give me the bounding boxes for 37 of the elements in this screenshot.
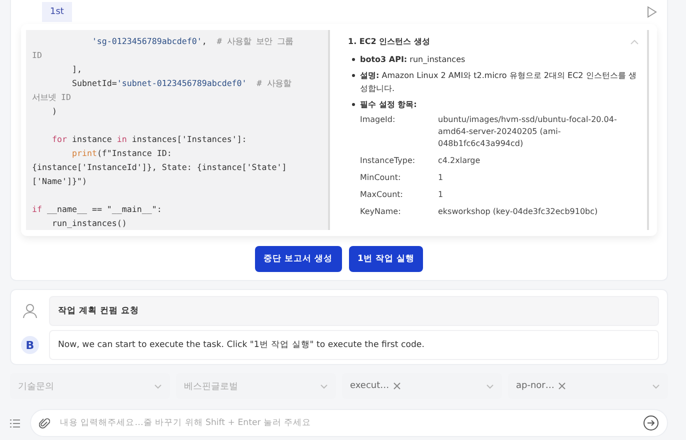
send-icon[interactable] <box>643 415 659 431</box>
field-key: MaxCount: <box>360 189 432 201</box>
chevron-down-icon <box>320 384 328 388</box>
chevron-down-icon <box>652 384 660 388</box>
menu-icon[interactable] <box>10 418 20 428</box>
field-key: InstanceType: <box>360 155 432 167</box>
field-key: MinCount: <box>360 172 432 184</box>
action-button[interactable]: 1번 작업 실행 <box>348 246 424 272</box>
close-icon[interactable] <box>393 382 402 390</box>
bullet-text: boto3 API: run_instances <box>360 54 466 66</box>
field-key: KeyName: <box>360 206 432 218</box>
message-input[interactable]: 내용 입력해주세요…줄 바꾸기 위해 Shift + Enter 눌러 주세요 <box>58 417 635 429</box>
user-icon <box>21 302 39 320</box>
tab-label: 1st <box>42 2 72 22</box>
code-block: 'sg-0123456789abcdef0', # 사용할 보안 그룹 ID ], SubnetId='subnet-0123456789abcdef0' # 사용할 서브넷 ID ) for instance in instances['Instances']: print(f"Instance ID: {instance['InstanceId']}, State: {instance['State'] ['Name']}") if __name__ == "__main__": run_instances() <box>26 30 330 230</box>
field-value: eksworkshop (key-04de3fc32ecb910bc) <box>438 206 599 218</box>
close-icon[interactable] <box>558 382 566 390</box>
message-field[interactable]: 내용 입력해주세요…줄 바꾸기 위해 Shift + Enter 눌러 주세요 <box>30 409 668 437</box>
field-value: c4.2xlarge <box>438 155 482 167</box>
message-text: Now, we can start to execute the task. Click "1번 작업 실행" to execute the first code. <box>49 330 659 360</box>
field-value: 1 <box>438 172 444 184</box>
bullet-text: 필수 설정 항목: <box>360 99 417 111</box>
section-title: 1. EC2 인스턴스 생성 <box>348 36 430 47</box>
play-icon[interactable] <box>647 6 657 18</box>
chevron-down-icon <box>486 384 494 388</box>
action-button[interactable]: 중단 보고서 생성 <box>254 246 342 272</box>
bot-avatar: B <box>21 336 39 354</box>
chevron-down-icon <box>154 384 162 388</box>
bullet-text: 설명: Amazon Linux 2 AMI와 t2.micro 유형으로 2대의 EC2 인스턴스를 생성합니다. <box>360 70 638 95</box>
message-text: 작업 계획 컨펌 요청 <box>49 296 659 326</box>
bullet-dot <box>352 58 355 61</box>
field-value: 1 <box>438 189 444 201</box>
paperclip-icon[interactable] <box>39 417 50 429</box>
bullet-dot <box>352 103 355 106</box>
bullet-dot <box>352 74 355 77</box>
field-value: ubuntu/images/hvm-ssd/ubuntu-focal-20.04-amd64-server-20240205 (ami-048b1fc6c43a994cd) <box>438 114 618 150</box>
field-key: ImageId: <box>360 114 432 150</box>
